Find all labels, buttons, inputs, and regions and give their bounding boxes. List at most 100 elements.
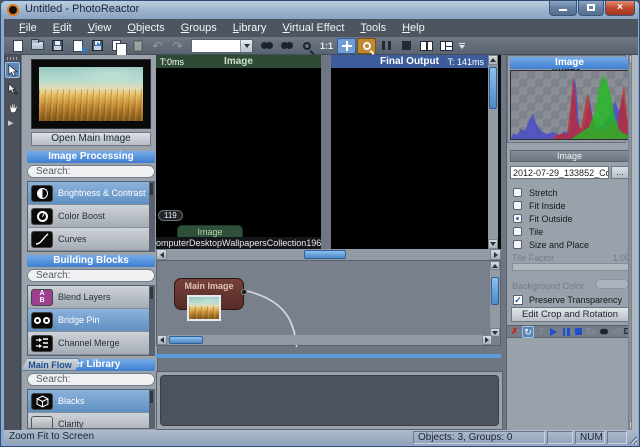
save-button[interactable] xyxy=(48,38,67,54)
pause-button[interactable] xyxy=(377,38,396,54)
checkbox-checked-icon[interactable]: ✓ xyxy=(513,295,523,305)
scroll-right-button[interactable] xyxy=(482,335,492,345)
menu-view[interactable]: View xyxy=(81,20,119,36)
main-image-thumbnail[interactable] xyxy=(39,67,143,121)
select-special-tool-button[interactable] xyxy=(5,81,20,97)
inspector-scrollbar[interactable] xyxy=(631,55,638,430)
find-button[interactable] xyxy=(599,326,609,337)
split-view-button[interactable] xyxy=(417,38,436,54)
pan-tool-button[interactable] xyxy=(5,100,20,116)
list-item[interactable]: Channel Merge xyxy=(28,332,154,355)
vscroll-thumb[interactable] xyxy=(489,67,497,109)
preserve-transparency-option[interactable]: ✓ Preserve Transparency xyxy=(513,294,622,305)
list-item[interactable]: Blacks xyxy=(28,390,154,413)
node-hscrollbar[interactable] xyxy=(157,335,492,345)
option-fit-outside[interactable]: Fit Outside xyxy=(513,213,573,224)
node-vscrollbar[interactable] xyxy=(490,261,500,337)
open-button[interactable] xyxy=(28,38,47,54)
resize-grip[interactable] xyxy=(628,430,638,445)
option-tile[interactable]: Tile xyxy=(513,226,543,237)
scroll-up-button[interactable] xyxy=(488,55,498,65)
menu-library[interactable]: Library xyxy=(226,20,274,36)
redo-button[interactable]: ↷ xyxy=(168,38,187,54)
menu-tools[interactable]: Tools xyxy=(353,20,393,36)
list-item[interactable]: AB Blend Layers xyxy=(28,286,154,309)
close-button[interactable]: × xyxy=(605,1,635,16)
maximize-button[interactable] xyxy=(578,1,604,16)
timeline-panel-body[interactable] xyxy=(160,375,499,426)
option-fit-inside[interactable]: Fit Inside xyxy=(513,200,566,211)
edit-crop-rotation-button[interactable]: Edit Crop and Rotation xyxy=(511,307,629,322)
tile-factor-slider[interactable] xyxy=(512,263,629,271)
search-input-building-blocks[interactable]: Search: xyxy=(27,269,155,282)
node-editor-canvas[interactable]: Main Image xyxy=(156,260,501,346)
auto-refresh-button[interactable]: ↻ xyxy=(522,326,533,338)
scroll-left-button[interactable] xyxy=(156,249,167,260)
combobox-dropdown-button[interactable] xyxy=(240,40,252,52)
list-item[interactable]: Color Boost xyxy=(28,205,154,228)
paste-button[interactable] xyxy=(128,38,147,54)
select-tool-button[interactable] xyxy=(5,62,20,78)
section-header-building-blocks[interactable]: Building Blocks xyxy=(27,255,155,267)
play-button[interactable] xyxy=(549,326,558,337)
node-thumbnail[interactable] xyxy=(187,295,221,321)
tab-main-flow[interactable]: Main Flow xyxy=(21,358,79,371)
preview-vscrollbar[interactable] xyxy=(488,55,498,249)
toolstrip-grip[interactable] xyxy=(7,57,18,60)
inspector-header[interactable]: Image xyxy=(510,57,629,69)
zoom-in-button[interactable] xyxy=(297,38,316,54)
new-button[interactable] xyxy=(8,38,27,54)
minimize-button[interactable] xyxy=(549,1,577,16)
list-item[interactable]: Bridge Pin xyxy=(28,309,154,332)
menu-file[interactable]: File xyxy=(12,20,44,36)
node-output-pin[interactable] xyxy=(241,289,247,295)
stop-button[interactable] xyxy=(397,38,416,54)
import-button[interactable] xyxy=(68,38,87,54)
section-header-image-processing[interactable]: Image Processing xyxy=(27,151,155,163)
find-next-button[interactable] xyxy=(257,38,276,54)
add-zero-button[interactable]: +0 xyxy=(612,326,621,337)
copy-button[interactable] xyxy=(108,38,127,54)
browse-button[interactable]: ... xyxy=(611,166,629,179)
scroll-up-button[interactable] xyxy=(490,261,500,270)
option-size-and-place[interactable]: Size and Place xyxy=(513,239,589,250)
preview-hscrollbar[interactable] xyxy=(156,249,501,260)
vscroll-thumb[interactable] xyxy=(491,277,499,305)
search-input-user-library[interactable]: Search: xyxy=(27,373,155,386)
toolbar-overflow-button[interactable] xyxy=(459,43,465,49)
open-main-image-button[interactable]: Open Main Image xyxy=(31,132,151,146)
list-scrollbar[interactable] xyxy=(149,182,154,251)
export-frame-button[interactable]: Ex xyxy=(586,326,595,337)
image-pane-body[interactable]: 119 Image omputerDesktopWallpapersCollec… xyxy=(156,68,321,249)
list-scrollbar[interactable] xyxy=(149,390,154,428)
pause-button[interactable] xyxy=(562,326,571,337)
zoom-tool-button[interactable] xyxy=(357,38,376,54)
menu-groups[interactable]: Groups xyxy=(174,20,224,36)
zoom-actual-button[interactable]: 1:1 xyxy=(317,38,336,54)
final-output-body[interactable] xyxy=(331,68,488,249)
menu-objects[interactable]: Objects xyxy=(120,20,171,36)
export-button[interactable] xyxy=(88,38,107,54)
text-tool-button[interactable]: T xyxy=(537,326,546,337)
menu-edit[interactable]: Edit xyxy=(46,20,79,36)
undo-button[interactable]: ↶ xyxy=(148,38,167,54)
fit-to-screen-button[interactable] xyxy=(337,38,356,54)
find-prev-button[interactable] xyxy=(277,38,296,54)
list-item[interactable]: Brightness & Contrast xyxy=(28,182,154,205)
list-item[interactable] xyxy=(28,251,154,252)
hscroll-thumb[interactable] xyxy=(304,250,346,259)
search-input-image-processing[interactable]: Search: xyxy=(27,165,155,178)
menu-help[interactable]: Help xyxy=(395,20,432,36)
list-scrollbar[interactable] xyxy=(149,286,154,355)
option-stretch[interactable]: Stretch xyxy=(513,187,558,198)
filename-field[interactable]: 2012-07-29_133852_Compu xyxy=(510,166,609,179)
toolstrip-expander[interactable]: ▶ xyxy=(8,119,13,127)
scroll-left-button[interactable] xyxy=(157,335,167,345)
hscroll-thumb[interactable] xyxy=(169,336,203,344)
effect-combobox[interactable] xyxy=(191,39,253,53)
stop-button[interactable] xyxy=(574,326,583,337)
menu-virtual-effect[interactable]: Virtual Effect xyxy=(275,20,351,36)
list-item[interactable]: Curves xyxy=(28,228,154,251)
layout-button[interactable] xyxy=(437,38,456,54)
background-color-swatch[interactable] xyxy=(595,279,629,289)
